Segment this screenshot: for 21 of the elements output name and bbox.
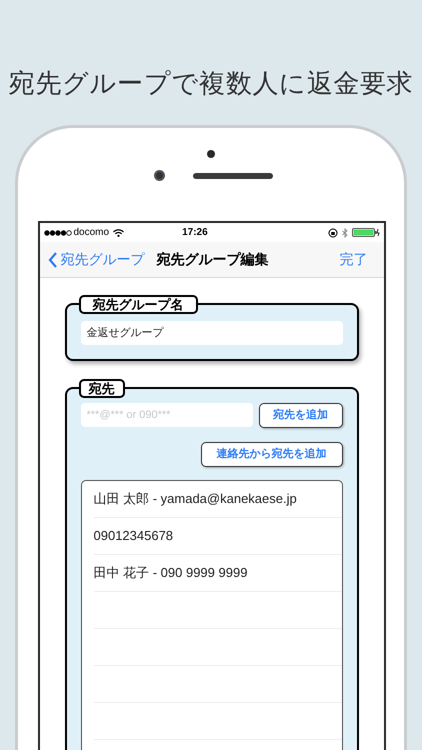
group-name-field[interactable]: 金返せグループ	[80, 320, 342, 344]
bluetooth-icon	[342, 228, 348, 238]
section-legend: 宛先グループ名	[78, 295, 198, 314]
recipient-entry[interactable]: 09012345678	[94, 526, 174, 546]
battery-icon	[352, 228, 380, 237]
chevron-left-icon	[48, 252, 58, 268]
add-from-contacts-button[interactable]: 連絡先から宛先を追加	[200, 442, 342, 466]
recipient-entry[interactable]: 田中 花子 - 090 9999 9999	[94, 562, 248, 582]
add-recipient-button[interactable]: 宛先を追加	[258, 402, 342, 428]
back-button[interactable]: 宛先グループ	[48, 249, 144, 270]
signal-icon	[44, 230, 72, 236]
status-time: 17:26	[182, 226, 208, 240]
section-legend: 宛先	[78, 378, 124, 398]
carrier-name: docomo	[74, 226, 110, 240]
headline: 宛先グループで複数人に返金要求	[8, 67, 414, 100]
done-button[interactable]: 完了	[340, 249, 368, 270]
recipient-entry[interactable]: 山田 太郎 - yamada@kanekaese.jp	[94, 488, 297, 508]
screen-title: 宛先グループ編集	[156, 250, 268, 269]
rotation-lock-icon	[328, 228, 338, 238]
camera-icon	[154, 170, 165, 181]
wifi-icon	[113, 228, 124, 236]
